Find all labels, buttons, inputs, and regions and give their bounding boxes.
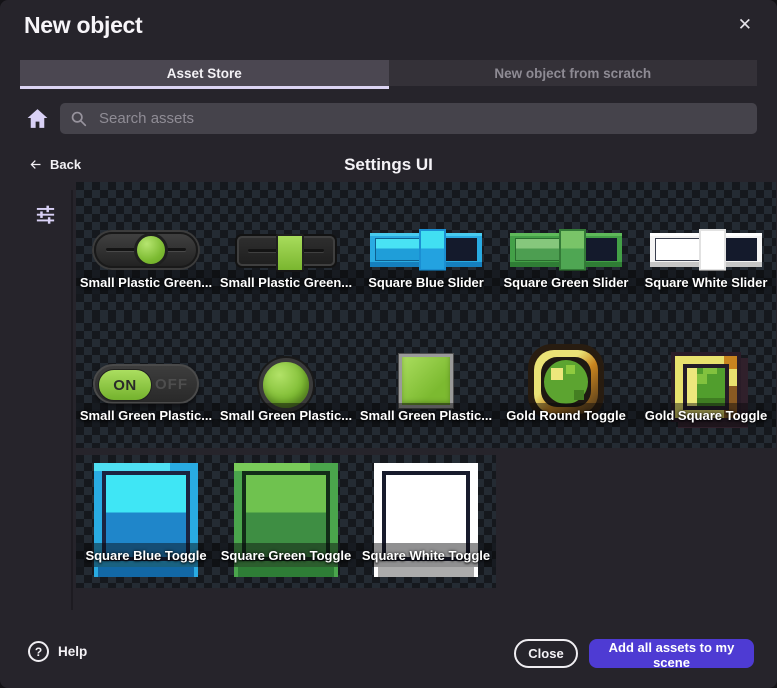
dialog-title: New object xyxy=(24,12,142,39)
asset-tile-small-green-plastic-square[interactable]: Small Green Plastic... xyxy=(356,315,496,448)
help-icon: ? xyxy=(28,641,49,662)
asset-row-2: ON OFF Small Green Plastic... Small Gree… xyxy=(76,315,776,448)
filter-button[interactable] xyxy=(34,203,57,226)
asset-tile-small-plastic-green-slider-square[interactable]: Small Plastic Green... xyxy=(216,182,356,315)
tab-scratch-label: New object from scratch xyxy=(494,66,651,81)
filter-tune-icon xyxy=(34,203,57,226)
asset-label-strip: Square Green Toggle xyxy=(216,543,356,567)
search-input[interactable] xyxy=(97,109,747,128)
new-object-dialog: New object ✕ Asset Store New object from… xyxy=(0,0,777,688)
asset-label: Square White Slider xyxy=(645,275,768,290)
tab-bar: Asset Store New object from scratch xyxy=(20,60,757,89)
asset-label: Square Green Toggle xyxy=(221,548,352,563)
pixel-blue-slider-thumbnail xyxy=(370,233,482,267)
asset-tile-square-blue-slider[interactable]: Square Blue Slider xyxy=(356,182,496,315)
asset-row-1: Small Plastic Green... Small Plastic Gre… xyxy=(76,182,776,315)
asset-tile-small-green-plastic-onoff[interactable]: ON OFF Small Green Plastic... xyxy=(76,315,216,448)
tab-asset-store[interactable]: Asset Store xyxy=(20,60,389,86)
add-all-assets-button[interactable]: Add all assets to my scene xyxy=(589,639,754,668)
asset-label-strip: Small Green Plastic... xyxy=(76,403,216,427)
asset-label: Gold Round Toggle xyxy=(506,408,626,423)
asset-label: Small Green Plastic... xyxy=(360,408,492,423)
vertical-divider xyxy=(71,190,73,610)
close-icon[interactable]: ✕ xyxy=(738,16,752,33)
asset-label-strip: Square Blue Toggle xyxy=(76,543,216,567)
tab-new-object-from-scratch[interactable]: New object from scratch xyxy=(389,60,758,86)
asset-label-strip: Square White Toggle xyxy=(356,543,496,567)
asset-label-strip: Small Plastic Green... xyxy=(76,270,216,294)
back-arrow-icon xyxy=(28,157,43,172)
pixel-green-slider-thumbnail xyxy=(510,233,622,267)
asset-row-3: Square Blue Toggle Square Green Toggle S… xyxy=(76,455,496,588)
asset-label: Small Green Plastic... xyxy=(220,408,352,423)
asset-label-strip: Square Green Slider xyxy=(496,270,636,294)
asset-label: Gold Square Toggle xyxy=(645,408,768,423)
asset-tile-gold-round-toggle[interactable]: Gold Round Toggle xyxy=(496,315,636,448)
home-button[interactable] xyxy=(25,106,50,131)
asset-label-strip: Square Blue Slider xyxy=(356,270,496,294)
active-tab-underline xyxy=(20,86,389,89)
pixel-white-slider-thumbnail xyxy=(650,233,762,267)
asset-label-strip: Gold Square Toggle xyxy=(636,403,776,427)
asset-tile-square-green-slider[interactable]: Square Green Slider xyxy=(496,182,636,315)
section-title: Settings UI xyxy=(0,155,777,175)
asset-tile-square-green-toggle[interactable]: Square Green Toggle xyxy=(216,455,356,588)
asset-tile-square-white-toggle[interactable]: Square White Toggle xyxy=(356,455,496,588)
back-button[interactable]: Back xyxy=(28,157,81,172)
slider-round-knob-thumbnail xyxy=(94,232,198,268)
asset-label: Square Blue Slider xyxy=(368,275,484,290)
asset-tile-gold-square-toggle[interactable]: Gold Square Toggle xyxy=(636,315,776,448)
slider-square-knob-thumbnail xyxy=(237,236,335,266)
asset-label: Square Blue Toggle xyxy=(85,548,206,563)
asset-label: Small Green Plastic... xyxy=(80,408,212,423)
search-box[interactable] xyxy=(60,103,757,134)
close-button[interactable]: Close xyxy=(514,639,578,668)
help-label: Help xyxy=(58,644,87,659)
asset-label-strip: Small Green Plastic... xyxy=(216,403,356,427)
asset-label-strip: Square White Slider xyxy=(636,270,776,294)
asset-tile-small-plastic-green-slider-round[interactable]: Small Plastic Green... xyxy=(76,182,216,315)
asset-label-strip: Small Green Plastic... xyxy=(356,403,496,427)
asset-label: Square Green Slider xyxy=(504,275,629,290)
asset-tile-square-blue-toggle[interactable]: Square Blue Toggle xyxy=(76,455,216,588)
toggle-off-label: OFF xyxy=(155,366,188,402)
asset-label-strip: Small Plastic Green... xyxy=(216,270,356,294)
toggle-on-label: ON xyxy=(98,369,152,401)
asset-label: Small Plastic Green... xyxy=(220,275,352,290)
asset-tile-small-green-plastic-round[interactable]: Small Green Plastic... xyxy=(216,315,356,448)
asset-tile-square-white-slider[interactable]: Square White Slider xyxy=(636,182,776,315)
green-square-button-thumbnail xyxy=(399,354,453,408)
home-icon xyxy=(25,106,50,131)
help-button[interactable]: ? Help xyxy=(28,641,87,662)
asset-label-strip: Gold Round Toggle xyxy=(496,403,636,427)
asset-label: Small Plastic Green... xyxy=(80,275,212,290)
tab-asset-store-label: Asset Store xyxy=(167,66,242,81)
search-icon xyxy=(70,110,87,127)
onoff-toggle-thumbnail: ON OFF xyxy=(93,364,199,404)
back-label: Back xyxy=(50,157,81,172)
asset-label: Square White Toggle xyxy=(362,548,490,563)
